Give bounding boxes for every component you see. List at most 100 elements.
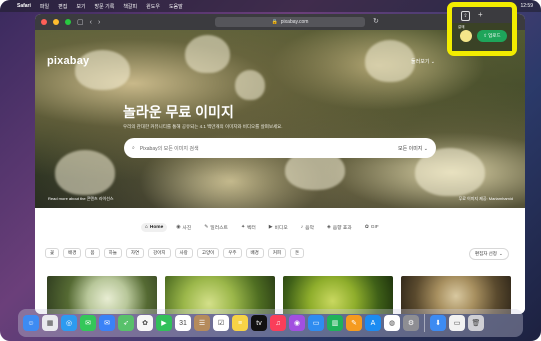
category-vectors[interactable]: ✦ 벡터 [237, 222, 260, 233]
search-bar[interactable]: ⌕ Pixabay의 모든 이미지 검색 모든 이미지 ⌄ [124, 138, 436, 158]
menu-history[interactable]: 방문 기록 [95, 3, 115, 10]
music-icon: ♪ [300, 225, 304, 230]
category-gif[interactable]: ✿ GIF [361, 223, 383, 232]
menu-window[interactable]: 윈도우 [146, 3, 160, 10]
highlight-box: ⇪ + 갈매 ⇧ 업로드 [447, 2, 517, 56]
menu-view[interactable]: 보기 [76, 3, 85, 10]
downloads-icon[interactable]: ⬇ [430, 315, 446, 331]
search-input[interactable]: Pixabay의 모든 이미지 검색 [140, 145, 199, 152]
category-label: 음향 효과 [332, 226, 352, 231]
menu-bookmarks[interactable]: 책갈피 [123, 3, 137, 10]
tag-chip[interactable]: 우주 [223, 248, 242, 258]
chrome-icon[interactable]: ◍ [384, 315, 400, 331]
sort-select[interactable]: 편집자 선정 ⌄ [469, 248, 509, 260]
menu-edit[interactable]: 편집 [58, 3, 67, 10]
tag-chip[interactable]: 사랑 [174, 248, 193, 258]
explore-menu[interactable]: 둘러보기 ⌄ [411, 58, 435, 65]
tag-list: 꽃 배경 봄 하늘 자연 강아지 사랑 고양이 우주 배경 커피 돈 [45, 248, 305, 258]
category-label: Home [149, 225, 164, 230]
license-link[interactable]: Read more about the 콘텐츠 라이선스 [48, 196, 114, 202]
video-icon: ▶ [268, 225, 273, 230]
tv-icon[interactable]: tv [251, 315, 267, 331]
category-videos[interactable]: ▶ 비디오 [265, 222, 292, 233]
tag-chip[interactable]: 커피 [267, 248, 287, 258]
reminders-icon[interactable]: ☑ [213, 315, 229, 331]
avatar[interactable] [460, 30, 472, 42]
settings-icon[interactable]: ⚙ [403, 315, 419, 331]
hero-title: 놀라운 무료 이미지 [123, 104, 234, 120]
safari-icon[interactable]: ◎ [61, 315, 77, 331]
category-label: 비디오 [274, 226, 288, 231]
category-home[interactable]: ⌂ Home [141, 223, 168, 232]
back-arrow-icon[interactable]: ‹ [90, 19, 92, 26]
zoom-window-button[interactable] [65, 19, 71, 25]
brush-icon: ✎ [204, 225, 209, 230]
sound-icon: ◈ [326, 225, 331, 230]
finder-icon[interactable]: ☺ [23, 315, 39, 331]
tag-chip[interactable]: 강아지 [148, 248, 171, 258]
vector-icon: ✦ [240, 225, 245, 230]
app-store-icon[interactable]: A [365, 315, 381, 331]
tag-chip[interactable]: 배경 [63, 248, 82, 258]
new-tab-icon[interactable]: + [478, 10, 483, 19]
category-sound-effects[interactable]: ◈ 음향 효과 [323, 222, 356, 233]
dock-separator [424, 314, 425, 332]
menu-file[interactable]: 파일 [40, 3, 49, 10]
pages-icon[interactable]: ✎ [346, 315, 362, 331]
address-bar[interactable]: 🔒 pixabay.com [215, 17, 365, 27]
upload-button[interactable]: ⇧ 업로드 [477, 30, 507, 42]
search-type-select[interactable]: 모든 이미지 ⌄ [398, 145, 428, 152]
menu-app-name[interactable]: Safari [17, 3, 31, 9]
calendar-icon[interactable]: 31 [175, 315, 191, 331]
category-label: 사진 [182, 226, 192, 231]
tag-chip[interactable]: 꽃 [45, 248, 60, 258]
notes-icon[interactable]: ≡ [232, 315, 248, 331]
trash-icon[interactable]: 🗑 [468, 315, 484, 331]
image-credit[interactable]: 무료 이미지 제공: Mariamhamid [459, 196, 513, 202]
category-label: 벡터 [246, 226, 256, 231]
minimize-window-button[interactable] [53, 19, 59, 25]
facetime-icon[interactable]: ▶ [156, 315, 172, 331]
hero-banner: pixabay 둘러보기 ⌄ 놀라운 무료 이미지 우리의 관대한 커뮤니티를 … [35, 30, 525, 208]
tag-chip[interactable]: 고양이 [196, 248, 220, 258]
mail-icon[interactable]: ✉ [99, 315, 115, 331]
upload-label: 업로드 [488, 33, 501, 38]
chevron-down-icon: ⌄ [423, 145, 428, 152]
tag-chip[interactable]: 돈 [290, 248, 305, 258]
photos-icon[interactable]: ✿ [137, 315, 153, 331]
category-nav: ⌂ Home ◉ 사진 ✎ 일러스트 ✦ 벡터 ▶ 비디오 ♪ 음악 ◈ 음향 효과 ✿ GIF [141, 222, 383, 233]
upload-icon: ⇧ [483, 33, 488, 38]
tag-chip[interactable]: 배경 [245, 248, 264, 258]
share-icon[interactable]: ⇪ [461, 11, 470, 21]
category-photos[interactable]: ◉ 사진 [172, 222, 195, 233]
menu-help[interactable]: 도움말 [169, 3, 183, 10]
music-app-icon[interactable]: ♫ [270, 315, 286, 331]
sidebar-toggle-icon[interactable]: ▢ [77, 19, 84, 26]
forward-arrow-icon[interactable]: › [98, 19, 100, 26]
keynote-icon[interactable]: ▭ [308, 315, 324, 331]
hero-subtitle: 우리의 관대한 커뮤니티를 통해 공유되는 4.1 백만개의 이미지와 비디오를… [123, 124, 283, 129]
category-illustrations[interactable]: ✎ 일러스트 [200, 222, 232, 233]
close-window-button[interactable] [41, 19, 47, 25]
podcasts-icon[interactable]: ◉ [289, 315, 305, 331]
pixabay-logo[interactable]: pixabay [47, 55, 89, 67]
dock: ☺ ▦ ◎ ✉ ✉ ➶ ✿ ▶ 31 ☰ ☑ ≡ tv ♫ ◉ ▭ ▥ ✎ A ◍ ⚙ ⬇ ▭ 🗑 [18, 309, 523, 337]
account-area: 갈매 ⇧ 업로드 [452, 23, 512, 51]
tag-chip[interactable]: 봄 [85, 248, 100, 258]
messages-icon[interactable]: ✉ [80, 315, 96, 331]
numbers-icon[interactable]: ▥ [327, 315, 343, 331]
category-music[interactable]: ♪ 음악 [297, 222, 318, 233]
tag-chip[interactable]: 자연 [125, 248, 145, 258]
safari-window: ▢ ‹ › ◖ 🔒 pixabay.com ↻ pixabay 둘러보기 ⌄ 놀… [35, 14, 525, 314]
category-label: 일러스트 [210, 226, 228, 231]
launchpad-icon[interactable]: ▦ [42, 315, 58, 331]
reload-icon[interactable]: ↻ [373, 18, 379, 25]
window-thumb-icon[interactable]: ▭ [449, 315, 465, 331]
tag-chip[interactable]: 하늘 [103, 248, 122, 258]
menu-clock[interactable]: 12:59 [520, 3, 533, 9]
category-label: 음악 [305, 226, 314, 231]
maps-icon[interactable]: ➶ [118, 315, 134, 331]
contacts-icon[interactable]: ☰ [194, 315, 210, 331]
search-type-label: 모든 이미지 [398, 145, 423, 152]
category-label: GIF [370, 225, 379, 230]
